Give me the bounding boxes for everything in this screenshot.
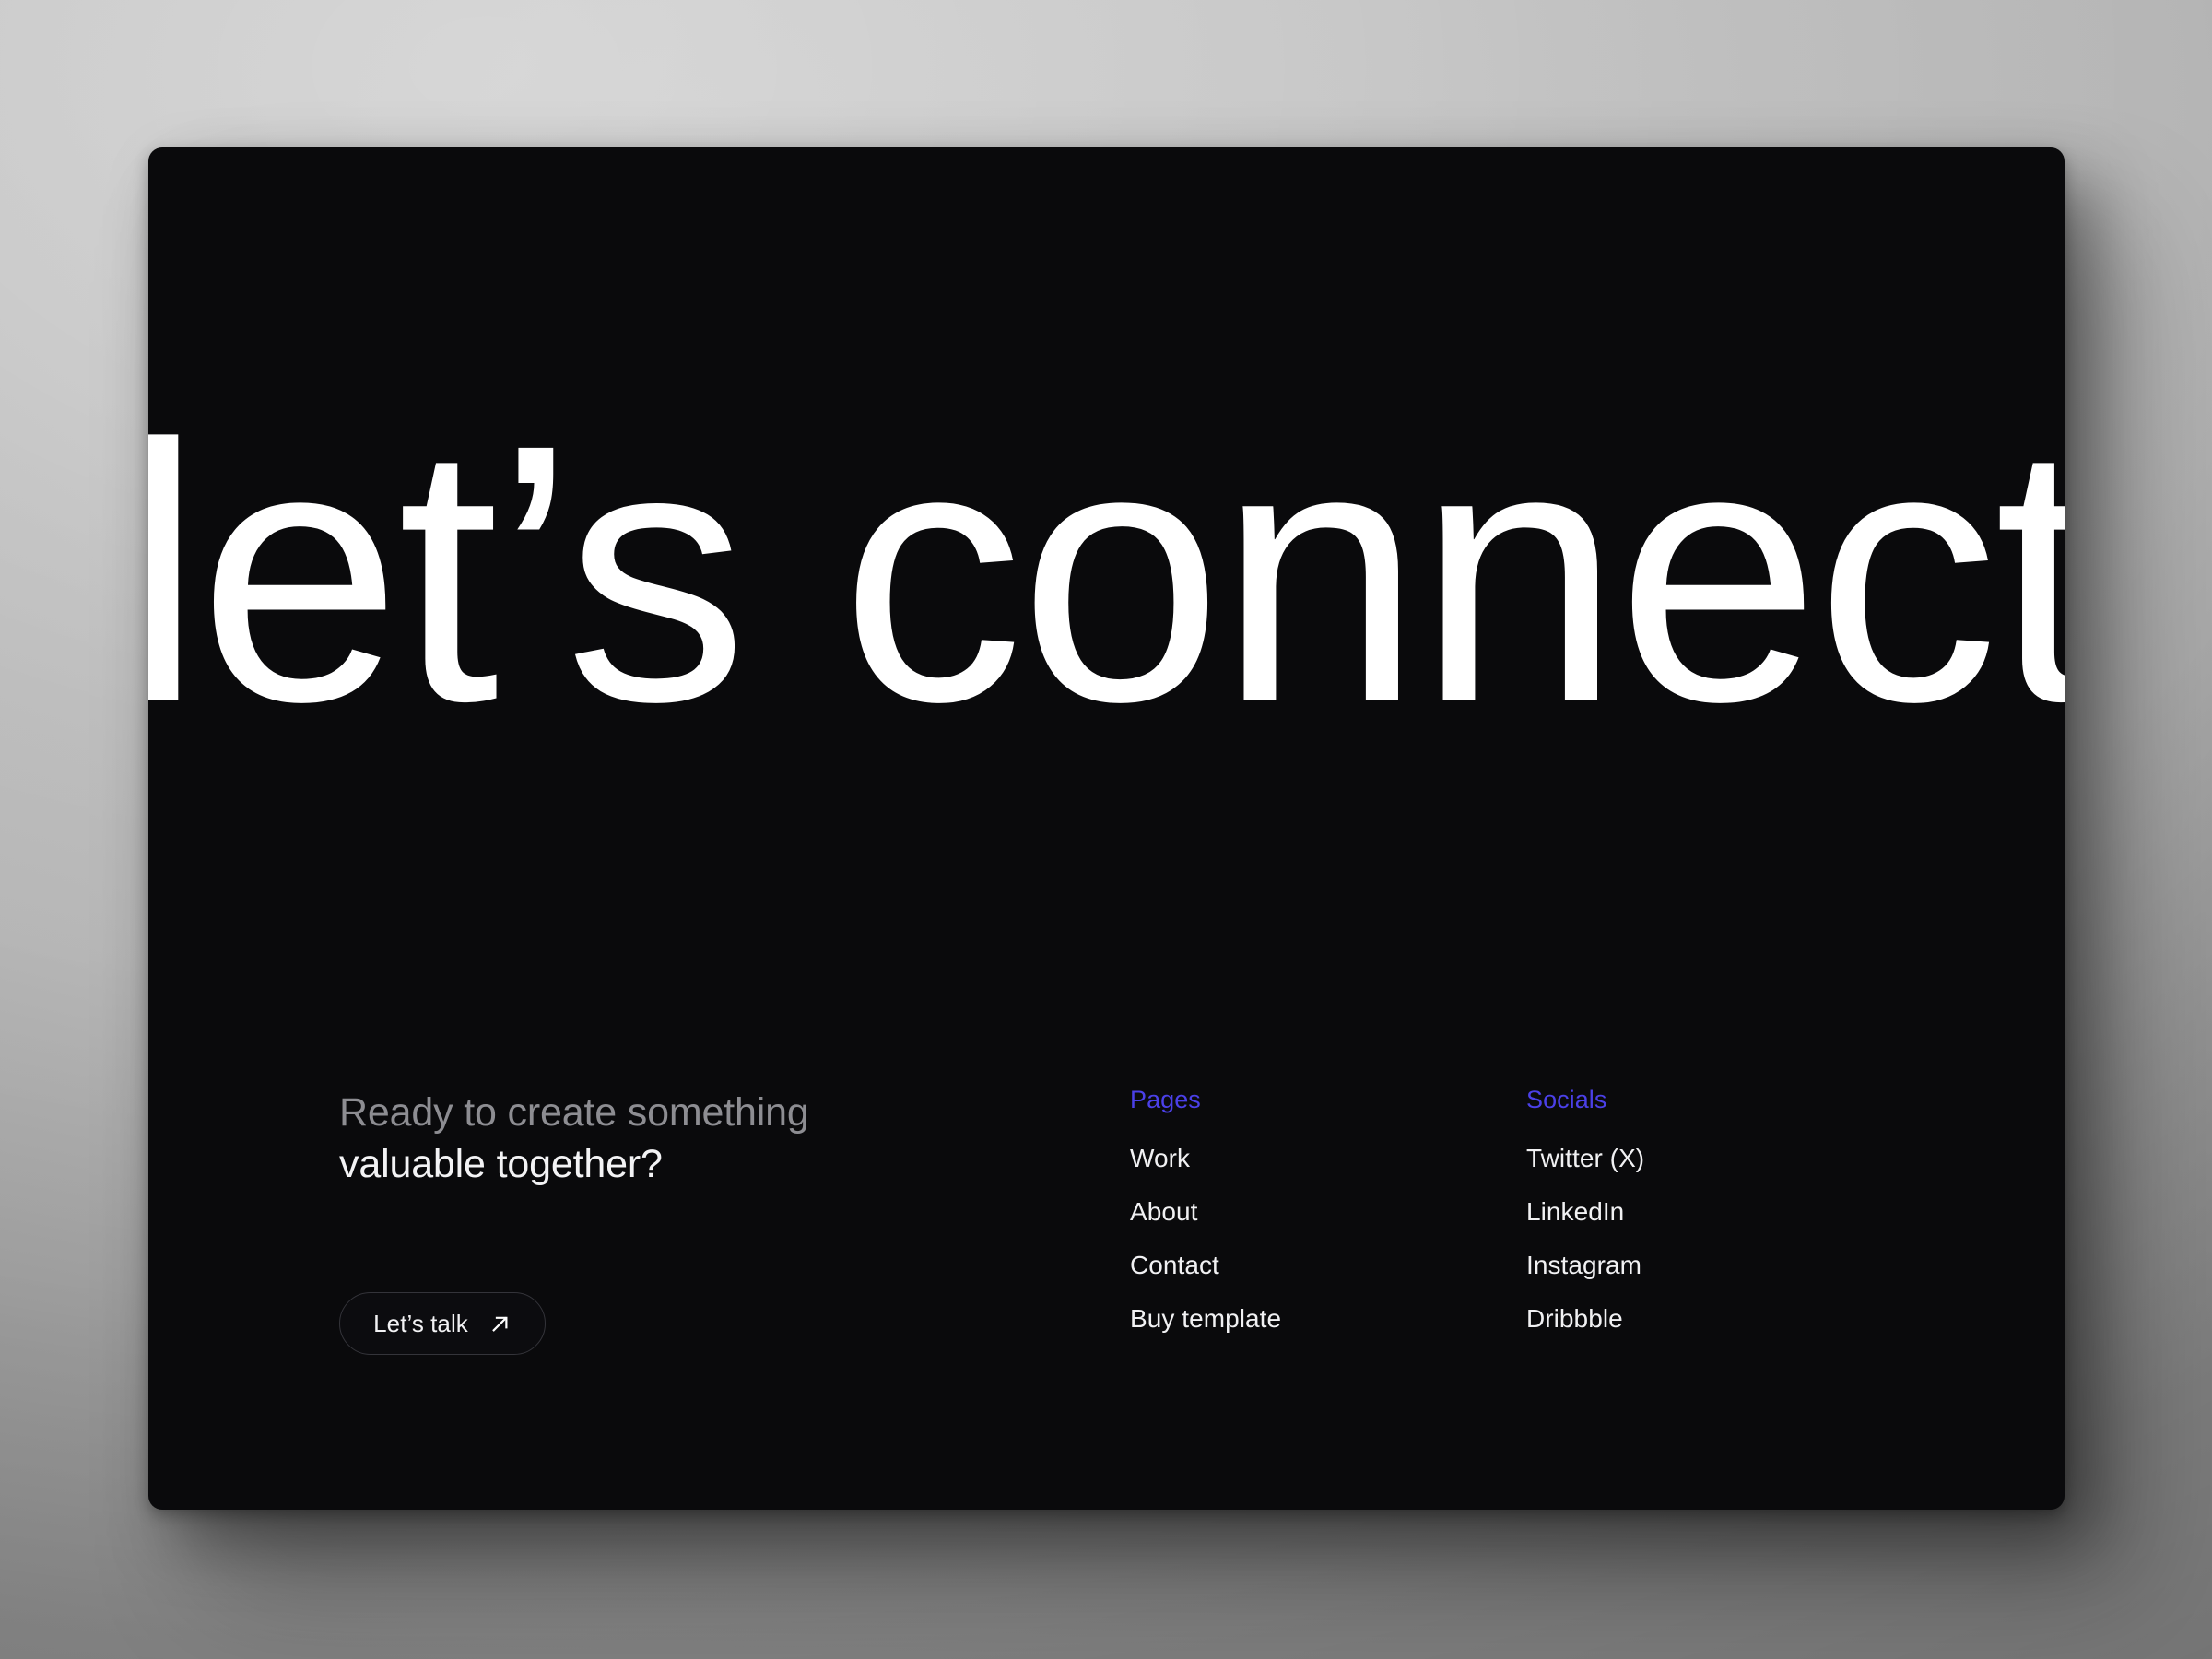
tagline-line-2: valuable together? [339, 1141, 663, 1186]
footer-link-contact[interactable]: Contact [1130, 1253, 1219, 1278]
footer-column-heading-pages: Pages [1130, 1086, 1201, 1113]
footer-column-socials: Socials Twitter (X) LinkedIn Instagram D… [1526, 1088, 1644, 1332]
hero-headline: let’s connect [148, 370, 2065, 778]
lets-talk-label: Let’s talk [373, 1310, 468, 1337]
hero-headline-container: let’s connect [148, 147, 2065, 959]
tagline-line-1: Ready to create something [339, 1090, 809, 1135]
lets-talk-button[interactable]: Let’s talk [339, 1292, 546, 1355]
footer-link-work[interactable]: Work [1130, 1146, 1190, 1171]
footer-column-heading-socials: Socials [1526, 1086, 1607, 1113]
contact-card: let’s connect Ready to create something … [148, 147, 2065, 1510]
tagline-block: Ready to create something valuable toget… [339, 1088, 1040, 1191]
footer-link-twitter[interactable]: Twitter (X) [1526, 1146, 1644, 1171]
arrow-up-right-icon [492, 1316, 508, 1332]
footer-link-about[interactable]: About [1130, 1199, 1197, 1225]
footer-link-linkedin[interactable]: LinkedIn [1526, 1199, 1624, 1225]
footer-link-buy-template[interactable]: Buy template [1130, 1306, 1281, 1332]
footer-link-dribbble[interactable]: Dribbble [1526, 1306, 1623, 1332]
footer-link-instagram[interactable]: Instagram [1526, 1253, 1641, 1278]
footer-column-pages: Pages Work About Contact Buy template [1130, 1088, 1281, 1332]
